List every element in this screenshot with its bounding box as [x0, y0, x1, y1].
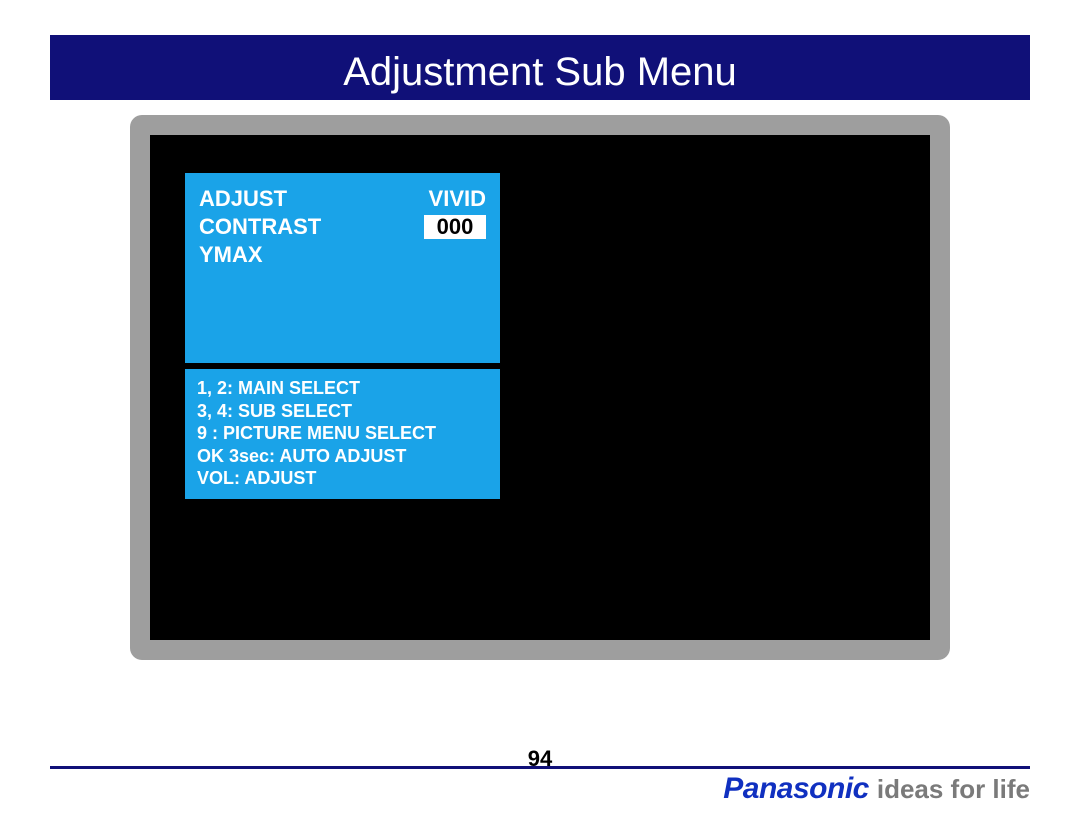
- osd-help-line: OK 3sec: AUTO ADJUST: [197, 445, 488, 468]
- osd-label: CONTRAST: [199, 214, 321, 240]
- tv-frame: ADJUST VIVID CONTRAST 000 YMAX 1, 2: MAI…: [130, 115, 950, 660]
- page-title: Adjustment Sub Menu: [50, 45, 1030, 100]
- osd-row-ymax: YMAX: [199, 241, 486, 269]
- osd-label: YMAX: [199, 242, 263, 268]
- brand-tagline: ideas for life: [877, 774, 1030, 805]
- osd-settings-panel: ADJUST VIVID CONTRAST 000 YMAX: [185, 173, 500, 363]
- osd-help-line: VOL: ADJUST: [197, 467, 488, 490]
- osd-value: VIVID: [429, 186, 486, 212]
- osd-row-adjust: ADJUST VIVID: [199, 185, 486, 213]
- osd-help-panel: 1, 2: MAIN SELECT 3, 4: SUB SELECT 9 : P…: [185, 369, 500, 499]
- osd-help-line: 9 : PICTURE MENU SELECT: [197, 422, 488, 445]
- brand: Panasonic ideas for life: [723, 772, 1030, 806]
- osd-value-box: 000: [424, 215, 486, 239]
- title-bar-accent: [50, 35, 1030, 45]
- osd-label: ADJUST: [199, 186, 287, 212]
- footer-rule: [50, 766, 1030, 769]
- slide: Adjustment Sub Menu ADJUST VIVID CONTRAS…: [0, 0, 1080, 834]
- osd-help-line: 1, 2: MAIN SELECT: [197, 377, 488, 400]
- title-bar: Adjustment Sub Menu: [50, 35, 1030, 100]
- tv-screen: ADJUST VIVID CONTRAST 000 YMAX 1, 2: MAI…: [150, 135, 930, 640]
- brand-logo: Panasonic: [723, 772, 869, 806]
- osd-row-contrast: CONTRAST 000: [199, 213, 486, 241]
- osd-help-line: 3, 4: SUB SELECT: [197, 400, 488, 423]
